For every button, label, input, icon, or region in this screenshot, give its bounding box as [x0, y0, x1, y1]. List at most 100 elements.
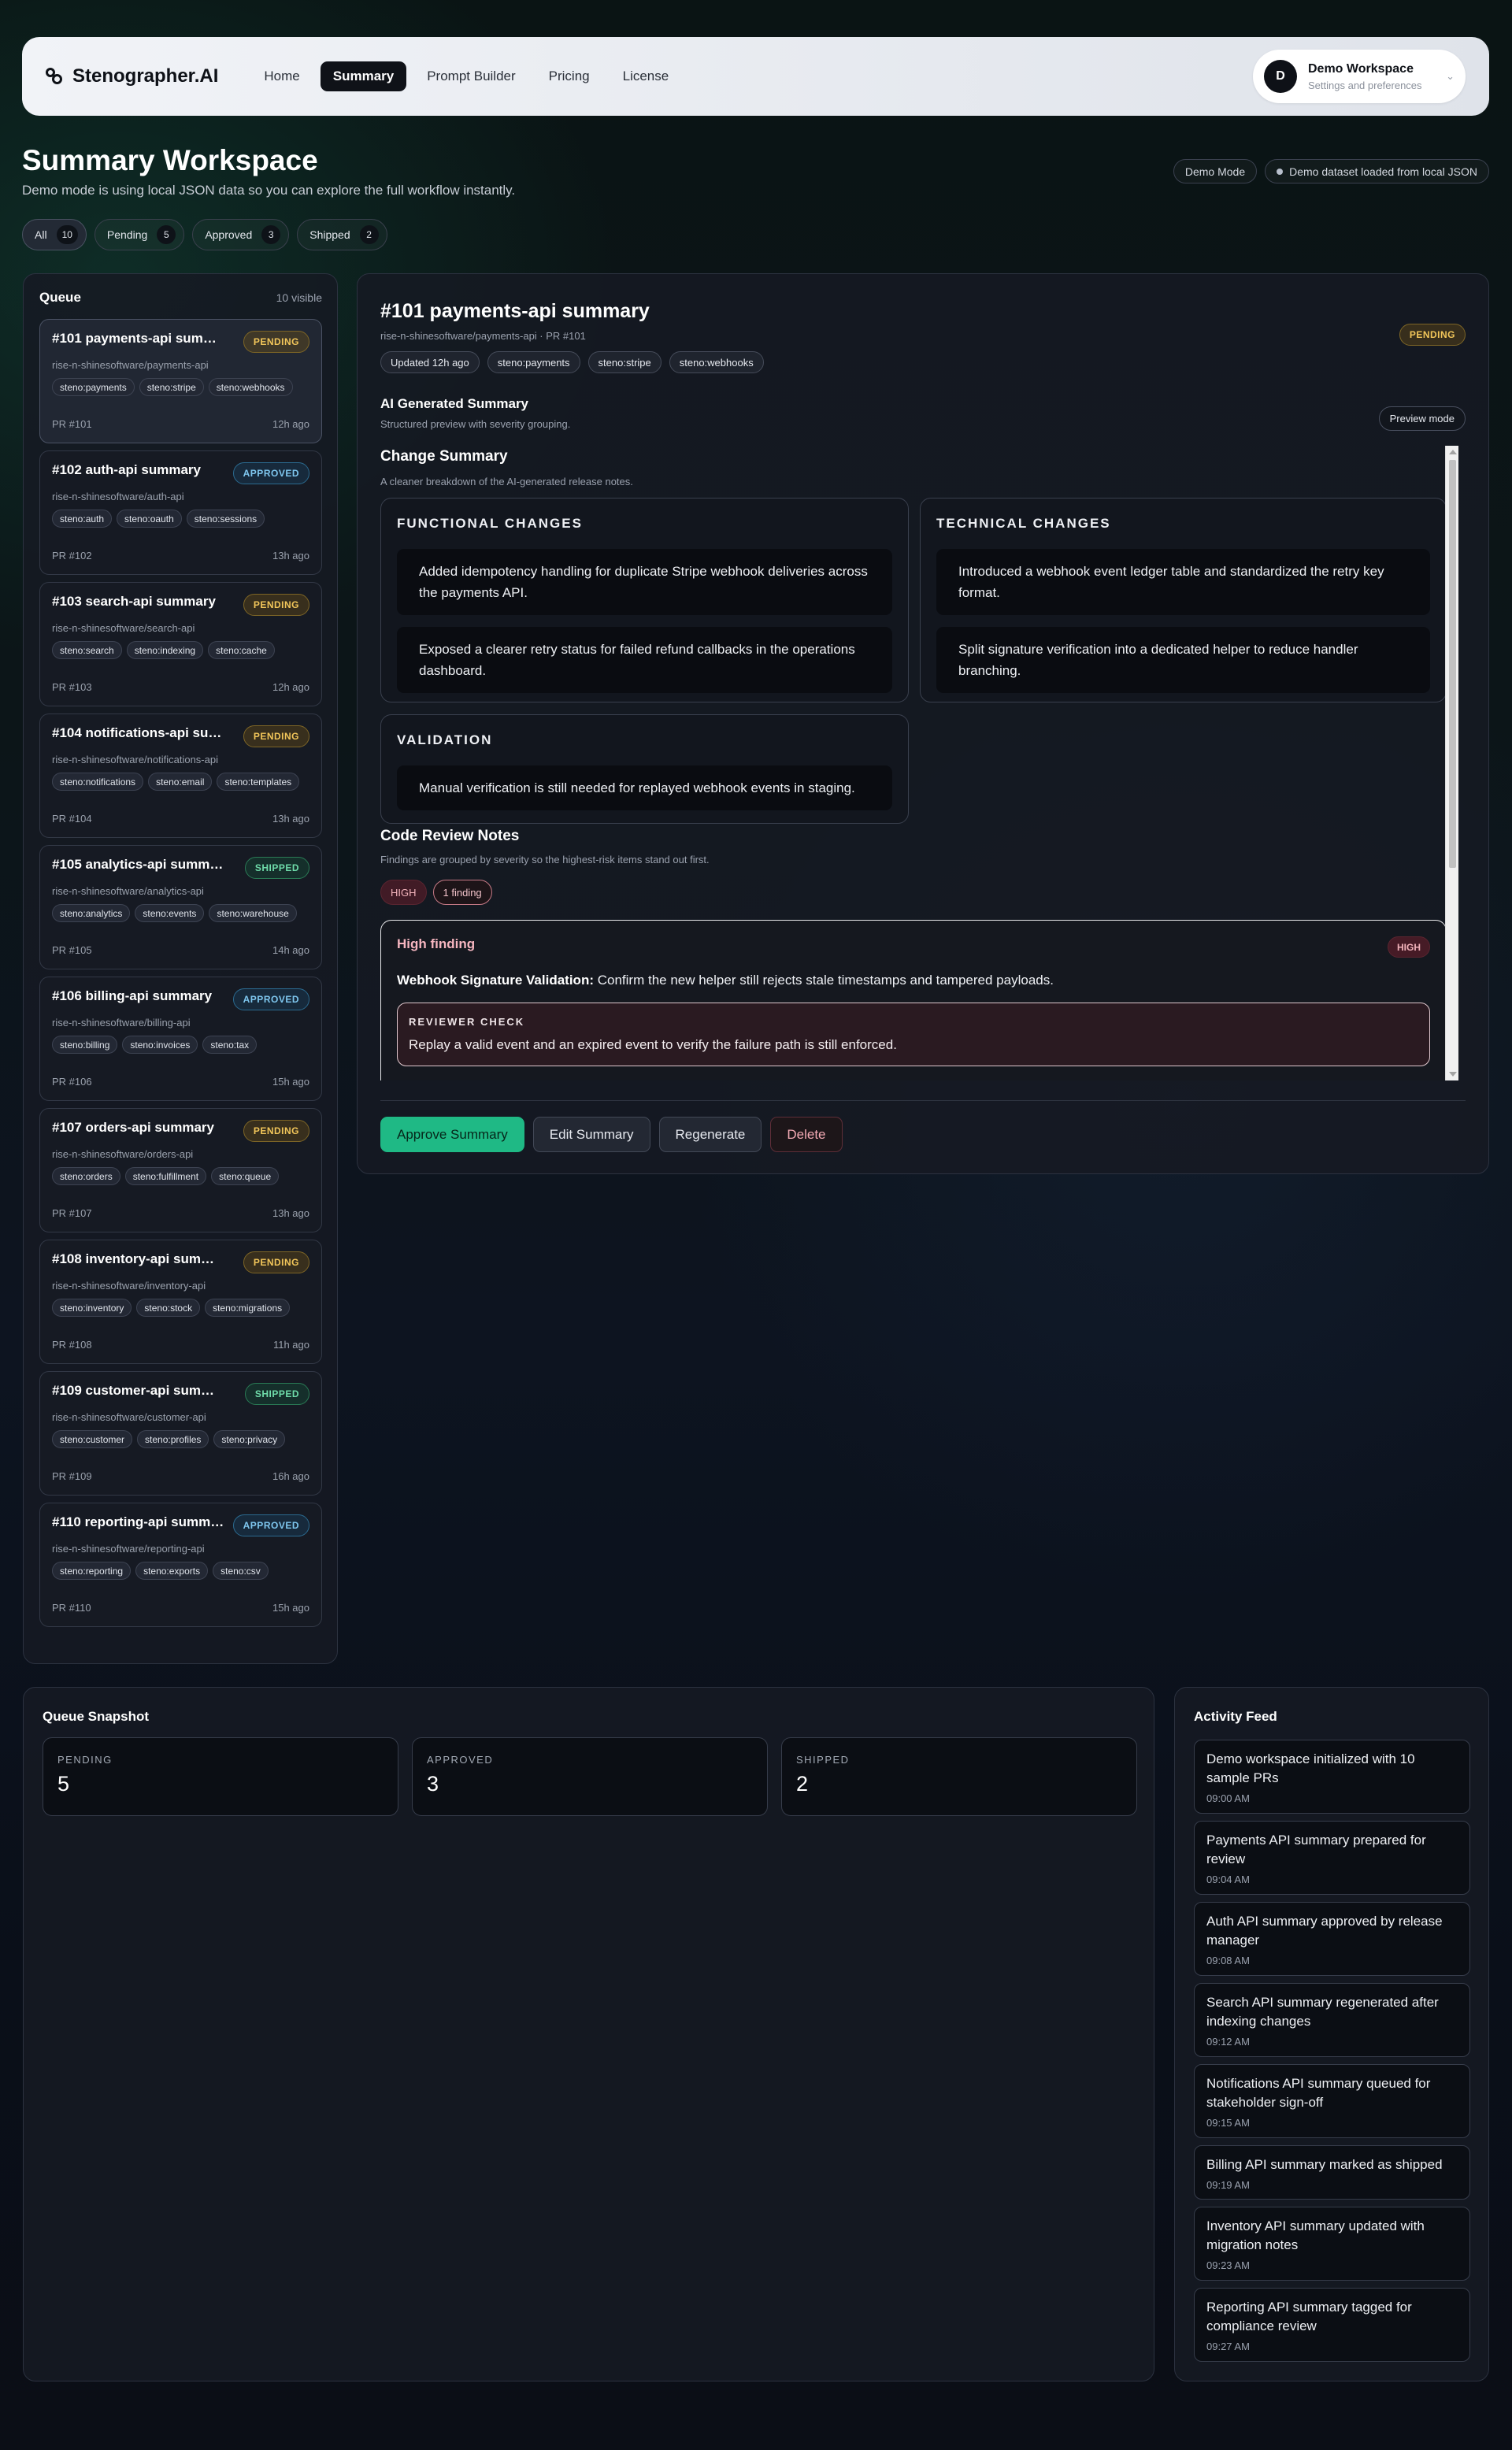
queue-card[interactable]: #108 inventory-api summary PENDING rise-… [39, 1240, 322, 1364]
card-title: #103 search-api summary [52, 594, 216, 609]
card-title: #101 payments-api summary [52, 331, 225, 346]
nav-summary[interactable]: Summary [320, 61, 407, 91]
edit-summary-button[interactable]: Edit Summary [532, 1117, 650, 1152]
activity-time: 09:12 AM [1206, 2036, 1250, 2048]
summary-actions: Approve Summary Edit Summary Regenerate … [380, 1117, 843, 1152]
ai-summary-subtitle: Structured preview with severity groupin… [380, 418, 571, 430]
card-tags: steno:orders steno:fulfillment steno:queue [52, 1167, 309, 1185]
activity-time: 09:23 AM [1206, 2259, 1250, 2271]
dataset-pill: Demo dataset loaded from local JSON [1265, 159, 1489, 183]
scroll-down-arrow-icon[interactable] [1449, 1072, 1457, 1077]
status-badge: PENDING [1399, 324, 1466, 346]
card-age: 12h ago [272, 681, 309, 693]
filter-all[interactable]: All 10 [22, 219, 87, 250]
functional-item: Added idempotency handling for duplicate… [397, 549, 892, 615]
activity-feed-panel: Activity Feed Demo workspace initialized… [1174, 1687, 1489, 2381]
activity-text: Demo workspace initialized with 10 sampl… [1206, 1751, 1415, 1785]
label-tag: steno:stock [136, 1299, 201, 1317]
filter-approved[interactable]: Approved 3 [192, 219, 290, 250]
filter-label: Shipped [309, 228, 350, 241]
brand-name: Stenographer.AI [72, 65, 219, 87]
status-badge: PENDING [243, 1120, 309, 1142]
top-navbar: Stenographer.AI Home Summary Prompt Buil… [22, 37, 1489, 116]
finding-description: Confirm the new helper still rejects sta… [597, 973, 1054, 988]
validation-item: Manual verification is still needed for … [397, 765, 892, 810]
snapshot-stats: PENDING 5 APPROVED 3 SHIPPED 2 [43, 1737, 1137, 1816]
logo-icon [46, 68, 63, 85]
label-tag: steno:webhooks [208, 378, 293, 396]
label-tag: steno:sessions [186, 510, 265, 528]
card-footer: PR #105 14h ago [52, 944, 309, 956]
reviewer-check-box: REVIEWER CHECK Replay a valid event and … [397, 1003, 1430, 1066]
queue-card[interactable]: #101 payments-api summary PENDING rise-n… [39, 319, 322, 443]
label-tag: steno:exports [135, 1562, 209, 1580]
queue-card[interactable]: #110 reporting-api summary APPROVED rise… [39, 1503, 322, 1627]
card-footer: PR #108 11h ago [52, 1339, 309, 1351]
filter-count: 5 [157, 225, 176, 244]
queue-card[interactable]: #102 auth-api summary APPROVED rise-n-sh… [39, 450, 322, 575]
demo-mode-label: Demo Mode [1184, 165, 1246, 178]
filter-pending[interactable]: Pending 5 [94, 219, 185, 250]
card-age: 15h ago [272, 1076, 309, 1088]
card-repo: rise-n-shinesoftware/analytics-api [52, 885, 204, 897]
activity-item: Notifications API summary queued for sta… [1194, 2064, 1470, 2138]
label-tag: steno:events [135, 904, 205, 922]
delete-button[interactable]: Delete [770, 1117, 843, 1152]
activity-time: 09:04 AM [1206, 1874, 1250, 1885]
queue-snapshot-panel: Queue Snapshot PENDING 5 APPROVED 3 SHIPPE… [23, 1687, 1154, 2381]
card-age: 12h ago [272, 418, 309, 430]
brand[interactable]: Stenographer.AI [46, 65, 218, 87]
status-badge: APPROVED [232, 462, 309, 484]
activity-item: Reporting API summary tagged for complia… [1194, 2288, 1470, 2362]
activity-feed-title: Activity Feed [1194, 1709, 1277, 1724]
queue-card[interactable]: #105 analytics-api summary SHIPPED rise-… [39, 845, 322, 969]
scrollbar[interactable] [1445, 446, 1458, 1080]
finding-severity-badge: HIGH [1388, 936, 1430, 958]
label-tag: steno:payments [52, 378, 135, 396]
pr-number: PR #110 [52, 1602, 91, 1614]
summary-scroll-area[interactable]: Change Summary A cleaner breakdown of th… [380, 446, 1458, 1080]
queue-card[interactable]: #107 orders-api summary PENDING rise-n-s… [39, 1108, 322, 1232]
filter-count: 10 [56, 225, 78, 244]
scrollbar-thumb[interactable] [1449, 460, 1456, 868]
queue-card[interactable]: #106 billing-api summary APPROVED rise-n… [39, 977, 322, 1101]
pr-number: PR #104 [52, 813, 92, 825]
label-tag: steno:customer [52, 1430, 133, 1448]
card-title: #110 reporting-api summary [52, 1514, 225, 1529]
regenerate-button[interactable]: Regenerate [658, 1117, 762, 1152]
label-tag: steno:queue [211, 1167, 280, 1185]
severity-high-pill: HIGH [380, 880, 427, 905]
queue-card[interactable]: #103 search-api summary PENDING rise-n-s… [39, 582, 322, 706]
filter-label: Approved [205, 228, 253, 241]
updated-tag: Updated 12h ago [380, 351, 480, 373]
nav-prompt-builder[interactable]: Prompt Builder [414, 61, 528, 91]
validation-box: VALIDATION Manual verification is still … [380, 714, 909, 824]
nav-pricing[interactable]: Pricing [536, 61, 602, 91]
workspace-name: Demo Workspace [1308, 61, 1414, 76]
card-tags: steno:billing steno:invoices steno:tax [52, 1036, 309, 1054]
label-tag: steno:webhooks [669, 351, 764, 373]
label-tag: steno:profiles [137, 1430, 209, 1448]
preview-mode-pill[interactable]: Preview mode [1378, 406, 1466, 431]
functional-item: Exposed a clearer retry status for faile… [397, 627, 892, 693]
card-tags: steno:notifications steno:email steno:temp… [52, 773, 309, 791]
finding-heading: High finding [397, 936, 476, 951]
queue-card[interactable]: #104 notifications-api summary PENDING r… [39, 714, 322, 838]
code-review-title: Code Review Notes [380, 828, 520, 844]
card-repo: rise-n-shinesoftware/payments-api [52, 359, 209, 371]
finding-name: Webhook Signature Validation: [397, 973, 594, 988]
scroll-up-arrow-icon[interactable] [1449, 450, 1457, 454]
filter-shipped[interactable]: Shipped 2 [297, 219, 387, 250]
queue-card[interactable]: #109 customer-api summary SHIPPED rise-n… [39, 1371, 322, 1496]
workspace-subtitle: Settings and preferences [1308, 79, 1422, 91]
card-tags: steno:payments steno:stripe steno:webhooks [52, 378, 309, 396]
workspace-menu[interactable]: D Demo Workspace Settings and preference… [1253, 50, 1466, 103]
activity-time: 09:00 AM [1206, 1792, 1250, 1804]
approve-summary-button[interactable]: Approve Summary [380, 1117, 524, 1152]
dataset-label: Demo dataset loaded from local JSON [1289, 165, 1477, 178]
nav-home[interactable]: Home [251, 61, 312, 91]
nav-license[interactable]: License [610, 61, 682, 91]
activity-item: Auth API summary approved by release man… [1194, 1902, 1470, 1976]
card-title: #107 orders-api summary [52, 1120, 214, 1135]
filter-label: Pending [106, 228, 148, 241]
